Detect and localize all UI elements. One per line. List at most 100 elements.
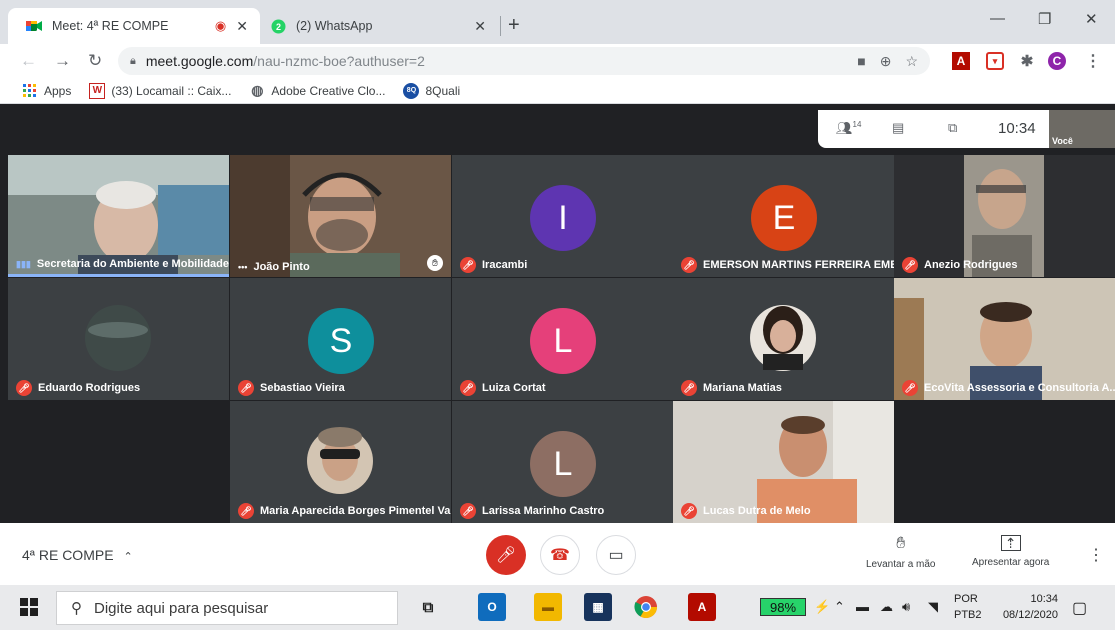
camera-toggle-button[interactable]: ▭ <box>596 535 636 575</box>
chat-icon[interactable]: ▤ <box>892 120 904 136</box>
bookmark-adobe[interactable]: ◍ Adobe Creative Clo... <box>249 82 385 99</box>
participant-tile[interactable]: E 🎤︎ EMERSON MARTINS FERREIRA EME... <box>673 155 894 277</box>
wifi-icon[interactable]: ◥ <box>928 599 938 615</box>
bookmark-apps[interactable]: Apps <box>22 83 71 99</box>
task-view-icon[interactable]: ⧉ <box>414 593 442 621</box>
participant-tile[interactable]: ▮▮▮ Secretaria do Ambiente e Mobilidade..… <box>8 155 229 277</box>
taskbar-clock[interactable]: 10:34 08/12/2020 <box>990 591 1058 623</box>
bookmark-star-icon[interactable]: ☆ <box>905 53 918 70</box>
url-path: /nau-nzmc-boe?authuser=2 <box>253 53 425 69</box>
participant-tile[interactable]: ••• João Pinto ✋︎ <box>230 155 451 277</box>
muted-mic-icon: 🎤︎ <box>681 257 697 273</box>
participant-label: 🎤︎ EcoVita Assessoria e Consultoria A... <box>902 380 1115 396</box>
onedrive-icon[interactable]: ☁ <box>880 599 893 615</box>
participant-avatar: I <box>530 185 596 251</box>
windows-start-icon[interactable] <box>20 598 38 616</box>
speaking-indicator-icon: ▮▮▮ <box>16 258 31 269</box>
battery-indicator[interactable]: 98% <box>760 598 806 616</box>
participant-name: Larissa Marinho Castro <box>482 505 605 517</box>
language-code: POR <box>954 593 978 605</box>
leave-call-button[interactable]: ☎ <box>540 535 580 575</box>
microphone-toggle-button[interactable]: 🎤︎ <box>486 535 526 575</box>
bookmark-8quali[interactable]: 8Q 8Quali <box>403 82 460 99</box>
participant-tile[interactable]: 🎤︎ Anezio Rodrigues <box>894 155 1115 277</box>
muted-mic-icon: 🎤︎ <box>16 380 32 396</box>
participant-label: 🎤︎ Luiza Cortat <box>460 380 546 396</box>
activities-icon[interactable]: ⧉ <box>948 120 957 136</box>
meet-control-bar: 4ª RE COMPE ⌃ 🎤︎ ☎ ▭ ✋︎ Levantar a mão ⇡… <box>0 523 1115 585</box>
raise-hand-button[interactable]: ✋︎ Levantar a mão <box>866 535 936 570</box>
participant-tile[interactable]: 🎤︎ EcoVita Assessoria e Consultoria A... <box>894 278 1115 400</box>
maximize-button[interactable]: ❐ <box>1038 10 1051 28</box>
participant-tile[interactable]: 🎤︎ Mariana Matias <box>673 278 894 400</box>
back-icon[interactable]: ← <box>20 51 37 71</box>
participant-name: Eduardo Rodrigues <box>38 382 141 394</box>
participant-avatar: L <box>530 431 596 497</box>
participants-count: 14 <box>852 120 862 129</box>
reload-icon[interactable]: ↻ <box>88 51 102 71</box>
participant-name: Maria Aparecida Borges Pimentel Va... <box>260 505 451 517</box>
muted-mic-icon: 🎤︎ <box>460 257 476 273</box>
tab-meet[interactable]: Meet: 4ª RE COMPE ◉ ✕ <box>8 8 260 44</box>
participant-name: Sebastiao Vieira <box>260 382 345 394</box>
self-view-tile[interactable]: Você <box>1049 110 1115 148</box>
meeting-details-button[interactable]: 4ª RE COMPE ⌃ <box>22 547 133 563</box>
participants-button[interactable]: 👥︎14 <box>836 120 861 136</box>
adobe-acrobat-extension-icon[interactable]: A <box>952 52 970 70</box>
participant-label: 🎤︎ Anezio Rodrigues <box>902 257 1018 273</box>
new-tab-button[interactable]: + <box>508 14 520 37</box>
extensions-puzzle-icon[interactable]: ✱ <box>1018 52 1036 70</box>
self-label: Você <box>1052 136 1073 146</box>
close-tab-icon[interactable]: ✕ <box>236 18 248 35</box>
raise-hand-label: Levantar a mão <box>866 559 936 570</box>
people-icon: 👥︎ <box>836 120 853 136</box>
participant-tile[interactable]: I 🎤︎ Iracambi <box>452 155 673 277</box>
forward-icon[interactable]: → <box>54 51 71 71</box>
more-options-icon[interactable]: ⋮ <box>1088 545 1104 565</box>
input-language[interactable]: POR PTB2 <box>954 591 982 623</box>
recording-icon: ◉ <box>214 18 227 33</box>
muted-mic-icon: 🎤︎ <box>238 503 254 519</box>
zoom-icon[interactable]: ⊕ <box>880 53 892 70</box>
tab-separator <box>500 16 501 36</box>
outlook-icon[interactable]: O <box>478 593 506 621</box>
file-explorer-icon[interactable]: ▬ <box>534 593 562 621</box>
participant-tile[interactable]: S 🎤︎ Sebastiao Vieira <box>230 278 451 400</box>
minimize-button[interactable]: — <box>990 10 1005 27</box>
chrome-icon[interactable] <box>632 593 660 621</box>
participant-label: 🎤︎ Sebastiao Vieira <box>238 380 345 396</box>
participant-tile[interactable]: L 🎤︎ Larissa Marinho Castro <box>452 401 673 523</box>
chevron-up-icon: ⌃ <box>123 551 133 563</box>
network-adapter-icon[interactable]: ▬ <box>856 599 869 614</box>
volume-icon[interactable]: 🔊︎ <box>902 599 910 615</box>
calculator-icon[interactable]: ▦ <box>584 593 612 621</box>
whatsapp-icon: 2 <box>270 18 286 34</box>
close-window-button[interactable]: ✕ <box>1085 10 1098 28</box>
muted-mic-icon: 🎤︎ <box>460 380 476 396</box>
participant-tile[interactable]: 🎤︎ Lucas Dutra de Melo <box>673 401 894 523</box>
address-bar[interactable]: 🔒︎ meet.google.com /nau-nzmc-boe?authuse… <box>118 47 930 75</box>
pocket-extension-icon[interactable]: ▾ <box>986 52 1004 70</box>
participant-tile[interactable]: L 🎤︎ Luiza Cortat <box>452 278 673 400</box>
notifications-icon[interactable]: ▢ <box>1072 598 1087 618</box>
participant-tile[interactable]: 🎤︎ Eduardo Rodrigues <box>8 278 229 400</box>
bookmark-locamail[interactable]: W (33) Locamail :: Caix... <box>89 82 231 99</box>
browser-menu-icon[interactable]: ⋮ <box>1084 52 1102 70</box>
participant-name: EMERSON MARTINS FERREIRA EME... <box>703 259 894 271</box>
camera-indicator-icon[interactable]: ■ <box>857 53 865 70</box>
svg-text:2: 2 <box>275 22 280 32</box>
meet-clock: 10:34 <box>998 120 1036 137</box>
meeting-name: 4ª RE COMPE <box>22 547 114 563</box>
show-hidden-icons[interactable]: ⌃ <box>834 599 845 615</box>
taskbar-search[interactable]: ⚲ Digite aqui para pesquisar <box>56 591 398 625</box>
participant-avatar: S <box>308 308 374 374</box>
tab-whatsapp[interactable]: 2 (2) WhatsApp ✕ <box>262 8 498 44</box>
url-host: meet.google.com <box>145 53 254 69</box>
participant-tile[interactable]: 🎤︎ Maria Aparecida Borges Pimentel Va... <box>230 401 451 523</box>
clock-date: 08/12/2020 <box>1002 609 1058 621</box>
plug-icon: ⚡ <box>814 599 831 614</box>
acrobat-taskbar-icon[interactable]: A <box>688 593 716 621</box>
close-tab-icon[interactable]: ✕ <box>474 18 486 35</box>
present-now-button[interactable]: ⇡ Apresentar agora <box>972 535 1049 568</box>
profile-avatar[interactable]: C <box>1048 52 1066 70</box>
